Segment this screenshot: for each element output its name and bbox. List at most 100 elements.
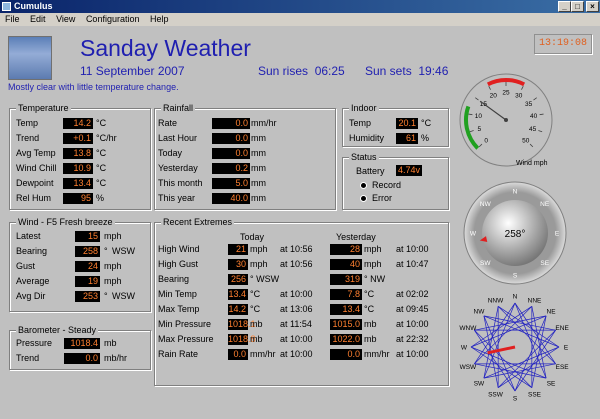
extreme-today-unit: mph bbox=[250, 259, 268, 269]
extremes-group-title: Recent Extremes bbox=[161, 217, 235, 228]
extreme-yesterday-value: 319 bbox=[330, 274, 362, 285]
rainfall-value: 5.0 bbox=[212, 178, 250, 189]
temperature-label: Wind Chill bbox=[16, 163, 57, 173]
wind-unit: ° bbox=[104, 291, 108, 301]
sunrise-text: Sun rises 06:25 bbox=[258, 64, 345, 78]
gauge-tick-label: 50 bbox=[522, 137, 530, 144]
temperature-unit: °C bbox=[96, 118, 107, 128]
extreme-today-value: 1018.8 bbox=[228, 334, 256, 345]
battery-value: 4.74v bbox=[396, 165, 422, 176]
gauge-label: Wind mph bbox=[516, 160, 548, 167]
gauge-tick-label: 35 bbox=[525, 101, 533, 108]
extreme-today-unit: ° WSW bbox=[250, 274, 280, 284]
extreme-label: Max Temp bbox=[158, 304, 200, 314]
wind-rose-label: NNW bbox=[488, 297, 504, 304]
indoor-value: 20.1 bbox=[396, 118, 418, 129]
compass-label: SW bbox=[480, 260, 491, 267]
wind-rose-label: NE bbox=[547, 308, 557, 315]
temperature-value: 10.9 bbox=[63, 163, 93, 174]
minimize-button[interactable]: _ bbox=[558, 1, 571, 12]
wind-rose-label: W bbox=[461, 345, 468, 352]
wind-rose-label: SE bbox=[547, 381, 556, 388]
battery-label: Battery bbox=[356, 166, 385, 176]
forecast-text: Mostly clear with little temperature cha… bbox=[8, 82, 179, 92]
compass-label: NE bbox=[540, 201, 550, 208]
extreme-today-value: 30 bbox=[228, 259, 248, 270]
wind-rose-label: NW bbox=[474, 308, 486, 315]
wind-rose-label: E bbox=[564, 345, 569, 352]
gauge-hub bbox=[504, 118, 508, 122]
compass: N NE E SE S SW W NW 258° bbox=[463, 181, 567, 285]
station-title: Sanday Weather bbox=[80, 35, 251, 61]
rainfall-unit: mm bbox=[251, 163, 266, 173]
gauge-tick-label: 5 bbox=[478, 126, 482, 133]
extreme-yesterday-time: at 10:00 bbox=[396, 319, 429, 329]
temperature-unit: % bbox=[96, 193, 105, 203]
wind-value: 253 bbox=[75, 291, 100, 302]
indoor-unit: °C bbox=[421, 118, 432, 128]
extreme-label: Min Temp bbox=[158, 289, 197, 299]
temperature-value: 13.4 bbox=[63, 178, 93, 189]
indoor-unit: % bbox=[421, 133, 430, 143]
wind-label: Average bbox=[16, 276, 50, 286]
temperature-group-title: Temperature bbox=[16, 103, 71, 114]
temperature-label: Trend bbox=[16, 133, 40, 143]
extreme-label: Min Pressure bbox=[158, 319, 212, 329]
menu-configuration[interactable]: Configuration bbox=[86, 14, 140, 24]
menu-help[interactable]: Help bbox=[150, 14, 169, 24]
wind-unit: ° bbox=[104, 246, 108, 256]
gauge-tick-label: 45 bbox=[529, 126, 537, 133]
extreme-yesterday-time: at 22:32 bbox=[396, 334, 429, 344]
indoor-group-title: Indoor bbox=[349, 103, 379, 114]
extreme-yesterday-time: at 10:00 bbox=[396, 349, 429, 359]
extreme-yesterday-time: at 02:02 bbox=[396, 289, 429, 299]
status-group-title: Status bbox=[349, 152, 379, 163]
extreme-today-time: at 13:06 bbox=[280, 304, 313, 314]
extreme-today-unit: °C bbox=[250, 289, 261, 299]
wind-label: Latest bbox=[16, 231, 41, 241]
wind-value: 19 bbox=[75, 276, 100, 287]
record-label: Record bbox=[372, 180, 402, 190]
wind-rose-label: WNW bbox=[459, 325, 477, 332]
extreme-today-unit: mb bbox=[250, 319, 263, 329]
menu-edit[interactable]: Edit bbox=[30, 14, 46, 24]
window-title: Cumulus bbox=[14, 1, 53, 11]
wind-rose-label: S bbox=[513, 396, 518, 403]
rainfall-label: Today bbox=[158, 148, 183, 158]
temperature-unit: °C/hr bbox=[96, 133, 117, 143]
extreme-yesterday-value: 7.8 bbox=[330, 289, 362, 300]
gauge-tick-label: 30 bbox=[515, 93, 523, 100]
extreme-today-time: at 10:00 bbox=[280, 349, 313, 359]
record-radio[interactable] bbox=[360, 182, 367, 189]
wind-rose-label: ENE bbox=[555, 325, 569, 332]
extreme-yesterday-unit: °C bbox=[364, 289, 375, 299]
error-radio[interactable] bbox=[360, 195, 367, 202]
close-button[interactable]: × bbox=[586, 1, 599, 12]
temperature-label: Rel Hum bbox=[16, 193, 52, 203]
extremes-yesterday-header: Yesterday bbox=[336, 232, 376, 242]
extreme-yesterday-unit: mm/hr bbox=[364, 349, 390, 359]
extreme-yesterday-unit: mph bbox=[364, 259, 382, 269]
gauge-tick-label: 10 bbox=[475, 113, 483, 120]
compass-label: W bbox=[470, 231, 477, 238]
window-titlebar: Cumulus _ □ × bbox=[0, 0, 600, 13]
extreme-yesterday-unit: °C bbox=[364, 304, 375, 314]
menu-view[interactable]: View bbox=[56, 14, 75, 24]
rainfall-unit: mm bbox=[251, 193, 266, 203]
wind-rose-label: WSW bbox=[460, 364, 477, 371]
menu-file[interactable]: File bbox=[5, 14, 20, 24]
barometer-group: Barometer - Steady bbox=[9, 325, 151, 370]
wind-unit: mph bbox=[104, 231, 122, 241]
barometer-value: 0.0 bbox=[64, 353, 100, 364]
extreme-today-unit: °C bbox=[250, 304, 261, 314]
wind-gauge: 05101520 25 3035404550 Wind mph bbox=[459, 73, 553, 167]
indoor-label: Temp bbox=[349, 118, 372, 128]
temperature-value: 13.8 bbox=[63, 148, 93, 159]
error-label: Error bbox=[372, 193, 392, 203]
wind-value: 24 bbox=[75, 261, 100, 272]
indoor-value: 61 bbox=[396, 133, 418, 144]
maximize-button[interactable]: □ bbox=[571, 1, 584, 12]
wind-rose-label: SSE bbox=[528, 392, 542, 399]
indoor-label: Humidity bbox=[349, 133, 385, 143]
rainfall-label: Rate bbox=[158, 118, 178, 128]
